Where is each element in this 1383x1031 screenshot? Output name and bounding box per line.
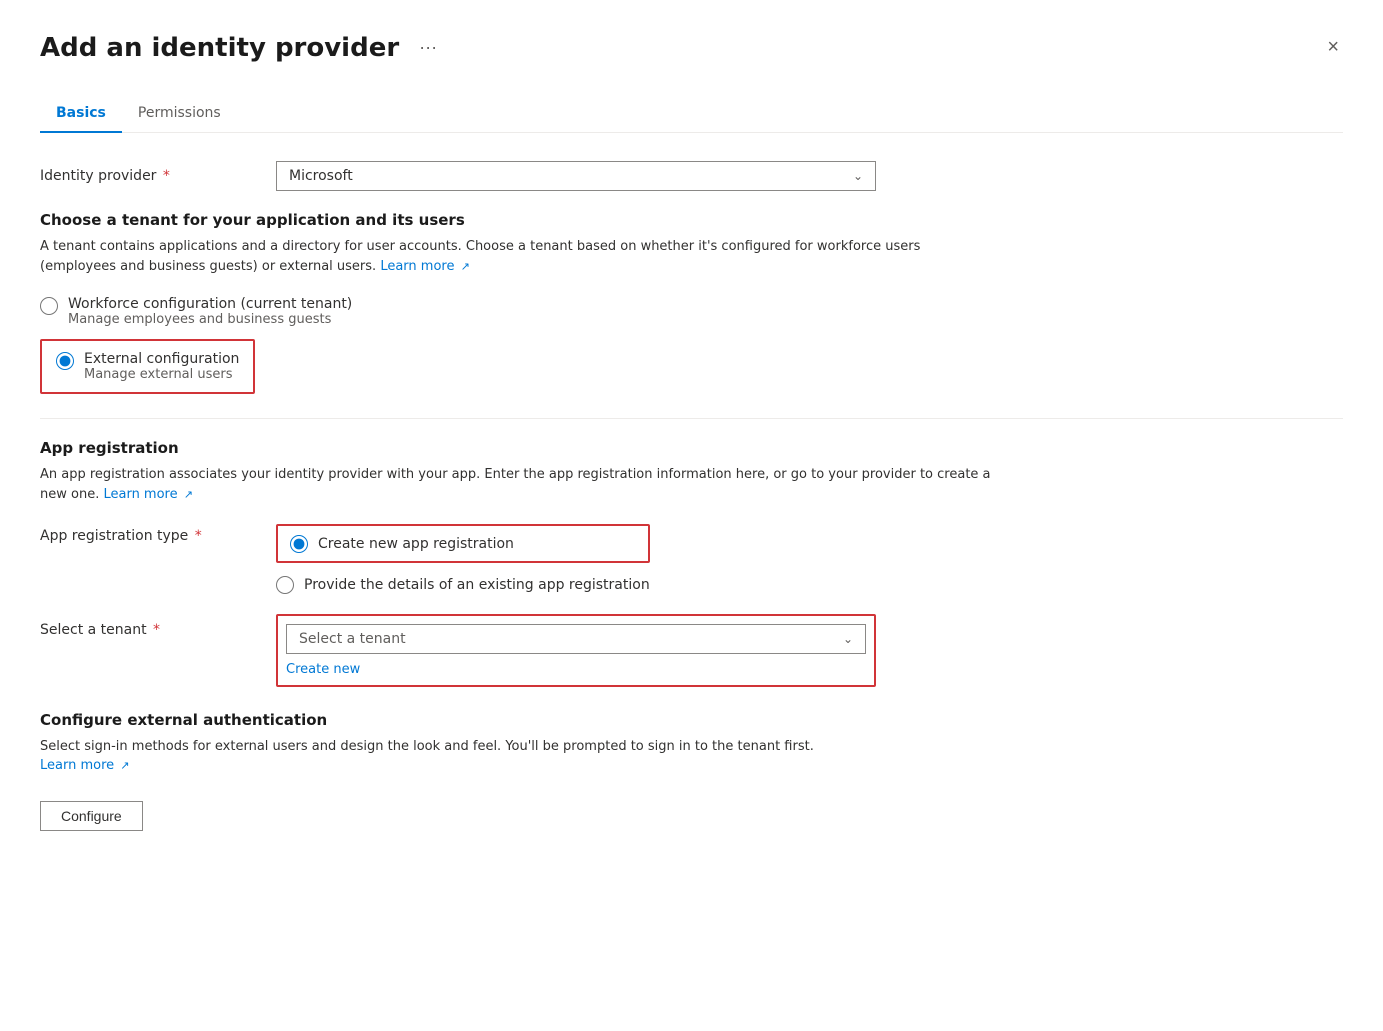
tab-basics[interactable]: Basics xyxy=(40,95,122,133)
app-reg-learn-more-link[interactable]: Learn more ↗ xyxy=(103,487,193,502)
configure-external-link-icon: ↗ xyxy=(120,759,129,772)
create-new-radio[interactable] xyxy=(290,535,308,553)
identity-provider-value: Microsoft xyxy=(289,168,353,184)
app-reg-heading: App registration xyxy=(40,439,1343,457)
app-reg-type-label: App registration type * xyxy=(40,524,260,544)
app-reg-external-link-icon: ↗ xyxy=(184,488,193,501)
tenant-section-heading: Choose a tenant for your application and… xyxy=(40,211,1343,229)
required-star: * xyxy=(158,168,169,184)
tenant-heading-section: Choose a tenant for your application and… xyxy=(40,211,1343,276)
workforce-label: Workforce configuration (current tenant) xyxy=(68,296,352,312)
create-new-label: Create new app registration xyxy=(318,536,514,552)
identity-provider-dropdown[interactable]: Microsoft ⌄ xyxy=(276,161,876,191)
select-tenant-dropdown[interactable]: Select a tenant ⌄ xyxy=(286,624,866,654)
tenant-description: A tenant contains applications and a dir… xyxy=(40,237,1000,276)
tenant-placeholder-text: Select a tenant xyxy=(299,631,406,647)
create-new-option[interactable]: Create new app registration xyxy=(276,524,650,563)
external-option[interactable]: External configuration Manage external u… xyxy=(40,339,255,394)
select-tenant-row: Select a tenant * Select a tenant ⌄ Crea… xyxy=(40,614,1343,687)
tenant-radio-group: Workforce configuration (current tenant)… xyxy=(40,296,1343,394)
existing-radio[interactable] xyxy=(276,576,294,594)
configure-external-auth-section: Configure external authentication Select… xyxy=(40,711,1343,831)
external-link-icon: ↗ xyxy=(461,260,470,273)
tenant-controls: Select a tenant ⌄ Create new xyxy=(276,614,876,687)
configure-ext-auth-heading: Configure external authentication xyxy=(40,711,1343,729)
tenant-learn-more-link[interactable]: Learn more ↗ xyxy=(380,259,470,274)
title-row: Add an identity provider ··· xyxy=(40,33,445,63)
identity-provider-label: Identity provider * xyxy=(40,168,260,184)
configure-ext-auth-description-block: Select sign-in methods for external user… xyxy=(40,737,1343,773)
existing-label: Provide the details of an existing app r… xyxy=(304,577,650,593)
tenant-chevron-icon: ⌄ xyxy=(843,632,853,646)
chevron-down-icon: ⌄ xyxy=(853,169,863,183)
create-new-tenant-link[interactable]: Create new xyxy=(286,662,360,677)
tab-permissions[interactable]: Permissions xyxy=(122,95,237,133)
app-reg-type-row: App registration type * Create new app r… xyxy=(40,524,1343,594)
ellipsis-button[interactable]: ··· xyxy=(411,33,445,62)
existing-option[interactable]: Provide the details of an existing app r… xyxy=(276,575,650,594)
tab-bar: Basics Permissions xyxy=(40,95,1343,133)
workforce-option[interactable]: Workforce configuration (current tenant)… xyxy=(40,296,1343,327)
page-header: Add an identity provider ··· × xyxy=(40,32,1343,63)
configure-learn-more-link[interactable]: Learn more ↗ xyxy=(40,758,130,773)
workforce-sublabel: Manage employees and business guests xyxy=(68,312,352,327)
external-label: External configuration xyxy=(84,351,239,367)
workforce-radio[interactable] xyxy=(40,297,58,315)
app-registration-section: App registration An app registration ass… xyxy=(40,439,1343,687)
tenant-required-star: * xyxy=(149,622,160,638)
configure-ext-auth-description: Select sign-in methods for external user… xyxy=(40,737,1000,757)
configure-button[interactable]: Configure xyxy=(40,801,143,831)
external-radio[interactable] xyxy=(56,352,74,370)
app-reg-description-block: An app registration associates your iden… xyxy=(40,465,1343,504)
app-reg-type-radios: Create new app registration Provide the … xyxy=(276,524,650,594)
app-reg-description: An app registration associates your iden… xyxy=(40,465,1000,504)
identity-provider-row: Identity provider * Microsoft ⌄ xyxy=(40,161,1343,191)
type-required-star: * xyxy=(190,528,201,544)
external-sublabel: Manage external users xyxy=(84,367,239,382)
select-tenant-label: Select a tenant * xyxy=(40,614,260,638)
page-title: Add an identity provider xyxy=(40,33,399,63)
divider-1 xyxy=(40,418,1343,419)
close-button[interactable]: × xyxy=(1323,32,1343,63)
